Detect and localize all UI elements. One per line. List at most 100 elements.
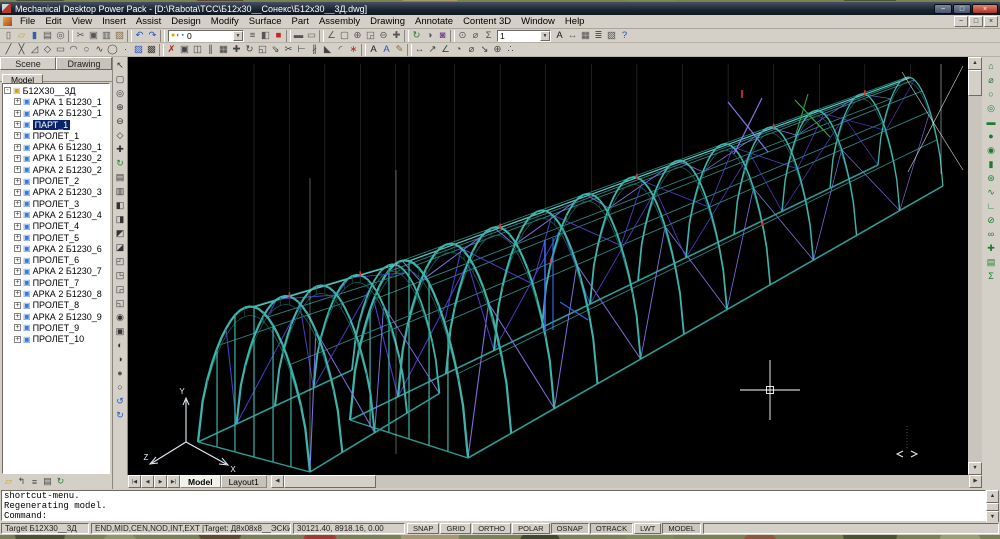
regen-icon[interactable]: ↻ xyxy=(114,408,127,422)
browser-refresh-icon[interactable]: ↻ xyxy=(54,475,67,488)
bearing-library-icon[interactable]: ◉ xyxy=(985,143,998,157)
tree-item[interactable]: + ▣ АРКА 2 Б1230_2 xyxy=(14,164,109,175)
tree-expander[interactable]: + xyxy=(14,302,21,309)
menu-item[interactable]: Drawing xyxy=(365,16,410,27)
copy-icon[interactable]: ▣ xyxy=(87,29,100,42)
polygon-icon[interactable]: ◇ xyxy=(41,43,54,56)
status-toggle[interactable]: GRID xyxy=(440,523,471,534)
tree-expander[interactable]: + xyxy=(14,313,21,320)
status-toggle[interactable]: SNAP xyxy=(407,523,439,534)
separator[interactable] xyxy=(160,30,165,42)
ucs-toolbar-icon[interactable]: ∠ xyxy=(325,29,338,42)
zoom-previous-icon[interactable]: ⊖ xyxy=(377,29,390,42)
edit-text-icon[interactable]: ✎ xyxy=(393,43,406,56)
status-toggle[interactable]: OTRACK xyxy=(590,523,633,534)
tree-expander[interactable]: + xyxy=(14,257,21,264)
view-right-icon[interactable]: ◨ xyxy=(114,212,127,226)
array-icon[interactable]: ▦ xyxy=(217,43,230,56)
prev-tab-button[interactable]: ◀ xyxy=(141,475,154,488)
command-window[interactable]: shortcut-menu.Regenerating model.Command… xyxy=(0,489,1000,522)
erase-icon[interactable]: ✗ xyxy=(165,43,178,56)
tree-item[interactable]: + ▣ АРКА 1 Б1230_2 xyxy=(14,153,109,164)
scrollbar-thumb[interactable] xyxy=(986,503,999,511)
point-icon[interactable]: ∙ xyxy=(119,43,132,56)
chain-generator-icon[interactable]: ∞ xyxy=(985,227,998,241)
dim-linear-icon[interactable]: ↔ xyxy=(413,43,426,56)
view-nw-iso-icon[interactable]: ◱ xyxy=(114,296,127,310)
linetype-icon[interactable]: ▬ xyxy=(292,29,305,42)
tree-item[interactable]: + ▣ ПАРТ_1 xyxy=(14,119,109,130)
tree-expander[interactable]: + xyxy=(14,98,21,105)
scroll-right-button[interactable]: ▶ xyxy=(969,475,982,488)
separator[interactable] xyxy=(286,30,291,42)
menu-item[interactable]: Help xyxy=(560,16,590,27)
tree-item[interactable]: + ▣ АРКА 2 Б1230_1 xyxy=(14,108,109,119)
shade-gouraud-icon[interactable]: ● xyxy=(114,366,127,380)
tree-expander[interactable]: + xyxy=(14,189,21,196)
scroll-left-button[interactable]: ◀ xyxy=(271,475,284,488)
camera-icon[interactable]: ◉ xyxy=(114,310,127,324)
arc-icon[interactable]: ◠ xyxy=(67,43,80,56)
shade-hidden-icon[interactable]: ◑ xyxy=(114,352,127,366)
view-se-iso-icon[interactable]: ◳ xyxy=(114,268,127,282)
undo-icon[interactable]: ↶ xyxy=(133,29,146,42)
menu-item[interactable]: Annotate xyxy=(410,16,458,27)
zoom-in-icon[interactable]: ⊕ xyxy=(114,100,127,114)
separator[interactable] xyxy=(127,30,132,42)
tree-item[interactable]: + ▣ ПРОЛЕТ_4 xyxy=(14,221,109,232)
tree-expander[interactable]: + xyxy=(14,223,21,230)
rectangle-icon[interactable]: ▭ xyxy=(54,43,67,56)
scrollbar-thumb[interactable] xyxy=(968,70,982,96)
menu-item[interactable]: Assembly xyxy=(314,16,365,27)
tree-item[interactable]: + ▣ АРКА 2 Б1230_7 xyxy=(14,266,109,277)
help-icon[interactable]: ? xyxy=(618,29,631,42)
print-preview-icon[interactable]: ◎ xyxy=(54,29,67,42)
stretch-icon[interactable]: ⇘ xyxy=(269,43,282,56)
tree-expander[interactable]: + xyxy=(14,234,21,241)
tree-item[interactable]: + ▣ АРКА 6 Б1230_1 xyxy=(14,141,109,152)
spring-generator-icon[interactable]: ∿ xyxy=(985,185,998,199)
scroll-up-button[interactable]: ▲ xyxy=(968,57,982,70)
tree-expander[interactable]: + xyxy=(14,268,21,275)
browser-tab[interactable]: Scene xyxy=(0,57,56,70)
explode-icon[interactable]: ∗ xyxy=(347,43,360,56)
tree-expander[interactable]: + xyxy=(14,155,21,162)
separator[interactable] xyxy=(450,30,455,42)
browser-tab[interactable]: Drawing xyxy=(56,57,112,70)
tree-expander[interactable]: + xyxy=(14,245,21,252)
save-icon[interactable]: ▮ xyxy=(28,29,41,42)
region-icon[interactable]: ▩ xyxy=(145,43,158,56)
child-close-button[interactable]: × xyxy=(984,16,998,27)
status-toggle[interactable]: OSNAP xyxy=(551,523,589,534)
mirror-icon[interactable]: ◫ xyxy=(191,43,204,56)
chevron-down-icon[interactable]: ▼ xyxy=(233,31,243,41)
tree-item[interactable]: + ▣ АРКА 1 Б1230_1 xyxy=(14,96,109,107)
tree-expander[interactable]: + xyxy=(14,200,21,207)
tree-expander[interactable]: + xyxy=(14,324,21,331)
menu-item[interactable]: Modify xyxy=(206,16,244,27)
tree-expander[interactable]: + xyxy=(14,279,21,286)
tree-item[interactable]: + ▣ АРКА 2 Б1230_6 xyxy=(14,243,109,254)
new-icon[interactable]: ▯ xyxy=(2,29,15,42)
browser-details-icon[interactable]: ▤ xyxy=(41,475,54,488)
center-mark-icon[interactable]: ∴ xyxy=(504,43,517,56)
trim-icon[interactable]: ✂ xyxy=(282,43,295,56)
separator[interactable] xyxy=(404,30,409,42)
close-button[interactable]: × xyxy=(972,4,998,14)
render-icon[interactable]: ◙ xyxy=(436,29,449,42)
chevron-down-icon[interactable]: ▼ xyxy=(540,31,550,41)
style-combo[interactable]: 1 ▼ xyxy=(497,30,551,42)
tree-expander[interactable]: + xyxy=(14,211,21,218)
dim-diameter-icon[interactable]: ⌀ xyxy=(465,43,478,56)
layout-tab[interactable]: Layout1 xyxy=(221,475,267,488)
screw-library-icon[interactable]: ⌀ xyxy=(985,73,998,87)
menu-item[interactable]: Surface xyxy=(244,16,287,27)
fastener-calc-icon[interactable]: ✚ xyxy=(985,241,998,255)
tree-item[interactable]: + ▣ ПРОЛЕТ_10 xyxy=(14,334,109,345)
orbit-icon[interactable]: ↻ xyxy=(114,156,127,170)
dim-aligned-icon[interactable]: ↗ xyxy=(426,43,439,56)
circle-icon[interactable]: ○ xyxy=(80,43,93,56)
offset-icon[interactable]: ∥ xyxy=(204,43,217,56)
tree-expander[interactable]: + xyxy=(14,132,21,139)
menu-item[interactable]: File xyxy=(15,16,40,27)
